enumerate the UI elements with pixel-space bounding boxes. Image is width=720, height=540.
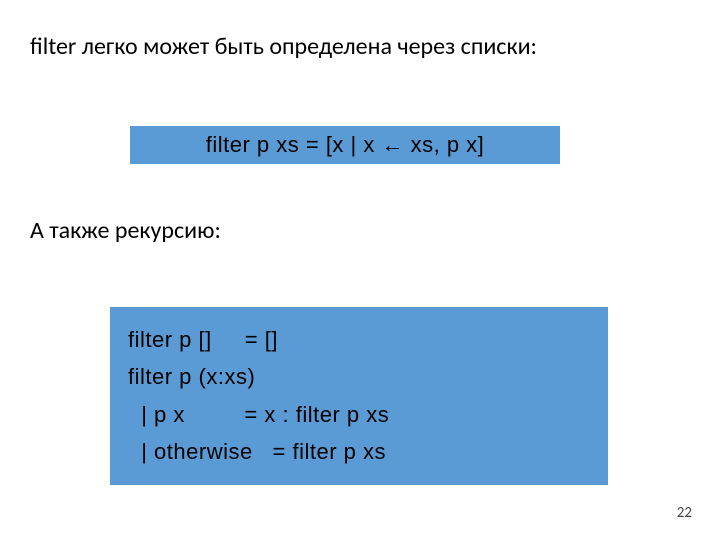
code-line: filter p [] = [] (128, 321, 608, 358)
slide: filter легко может быть определена через… (0, 0, 720, 540)
code-line: | otherwise = filter p xs (128, 433, 608, 470)
code-box-recursion: filter p [] = [] filter p (x:xs) | p x =… (110, 307, 608, 485)
code-line: filter p (x:xs) (128, 358, 608, 395)
heading-recursion: А также рекурсию: (30, 216, 221, 245)
page-number: 22 (677, 504, 692, 522)
code-line: filter p xs = [x | x ← xs, p x] (206, 132, 485, 157)
code-box-list-comprehension: filter p xs = [x | x ← xs, p x] (130, 126, 560, 164)
heading-filter-list-comprehension: filter легко может быть определена через… (30, 32, 537, 61)
code-line: | p x = x : filter p xs (128, 396, 608, 433)
